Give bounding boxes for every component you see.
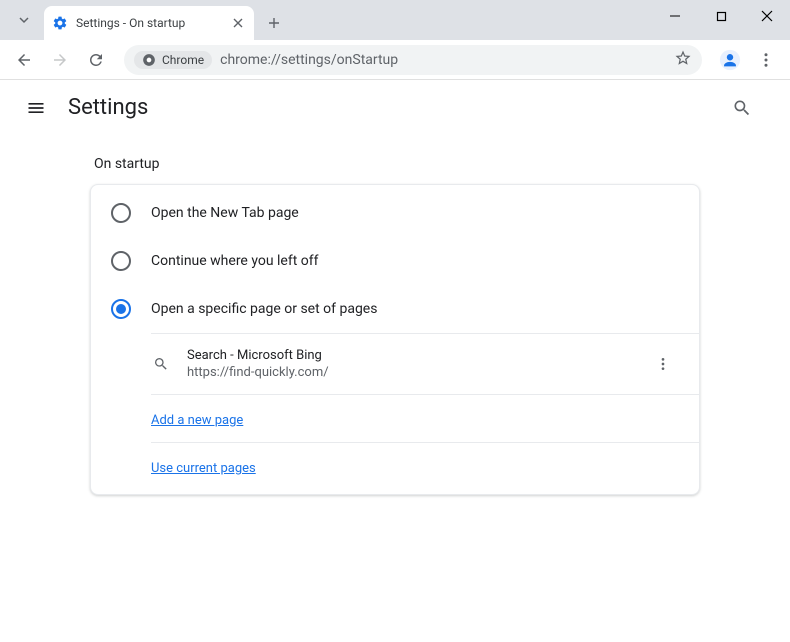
- page-entry-title: Search - Microsoft Bing: [187, 348, 631, 363]
- page-title: Settings: [68, 95, 148, 120]
- url-text: chrome://settings/onStartup: [220, 52, 398, 68]
- use-current-link[interactable]: Use current pages: [151, 461, 256, 476]
- radio-icon: [111, 251, 131, 271]
- browser-tab[interactable]: Settings - On startup: [44, 6, 254, 40]
- browser-toolbar: Chrome chrome://settings/onStartup: [0, 40, 790, 80]
- add-page-row: Add a new page: [151, 395, 699, 443]
- address-bar[interactable]: Chrome chrome://settings/onStartup: [124, 45, 702, 75]
- new-tab-button[interactable]: [260, 9, 288, 37]
- close-tab-icon[interactable]: [230, 15, 246, 31]
- radio-label: Continue where you left off: [151, 253, 319, 269]
- startup-page-entry: Search - Microsoft Bing https://find-qui…: [151, 334, 699, 395]
- tab-title: Settings - On startup: [76, 16, 222, 30]
- add-page-link[interactable]: Add a new page: [151, 413, 243, 428]
- back-button[interactable]: [8, 44, 40, 76]
- radio-specific-pages[interactable]: Open a specific page or set of pages: [91, 285, 699, 333]
- settings-content: On startup Open the New Tab page Continu…: [0, 136, 790, 495]
- page-entry-url: https://find-quickly.com/: [187, 365, 631, 380]
- reload-button[interactable]: [80, 44, 112, 76]
- use-current-row: Use current pages: [151, 443, 699, 490]
- radio-new-tab[interactable]: Open the New Tab page: [91, 189, 699, 237]
- radio-label: Open the New Tab page: [151, 205, 299, 221]
- chrome-icon: [142, 53, 156, 67]
- radio-icon: [111, 299, 131, 319]
- search-icon: [151, 354, 171, 374]
- chrome-chip-label: Chrome: [162, 53, 204, 67]
- minimize-button[interactable]: [652, 0, 698, 32]
- kebab-menu-icon[interactable]: [750, 44, 782, 76]
- section-heading: On startup: [90, 156, 700, 172]
- radio-continue[interactable]: Continue where you left off: [91, 237, 699, 285]
- forward-button[interactable]: [44, 44, 76, 76]
- profile-button[interactable]: [714, 44, 746, 76]
- chrome-chip: Chrome: [134, 51, 212, 69]
- tab-search-dropdown[interactable]: [8, 4, 40, 36]
- startup-card: Open the New Tab page Continue where you…: [90, 184, 700, 495]
- settings-header: Settings: [0, 80, 790, 136]
- window-controls: [652, 0, 790, 40]
- radio-icon: [111, 203, 131, 223]
- close-window-button[interactable]: [744, 0, 790, 32]
- startup-pages-list: Search - Microsoft Bing https://find-qui…: [151, 333, 699, 490]
- window-titlebar: Settings - On startup: [0, 0, 790, 40]
- page-entry-menu-icon[interactable]: [647, 348, 679, 380]
- radio-label: Open a specific page or set of pages: [151, 301, 377, 317]
- settings-gear-icon: [52, 15, 68, 31]
- maximize-button[interactable]: [698, 0, 744, 32]
- search-settings-icon[interactable]: [722, 88, 762, 128]
- bookmark-star-icon[interactable]: [674, 49, 692, 71]
- hamburger-menu-icon[interactable]: [16, 88, 56, 128]
